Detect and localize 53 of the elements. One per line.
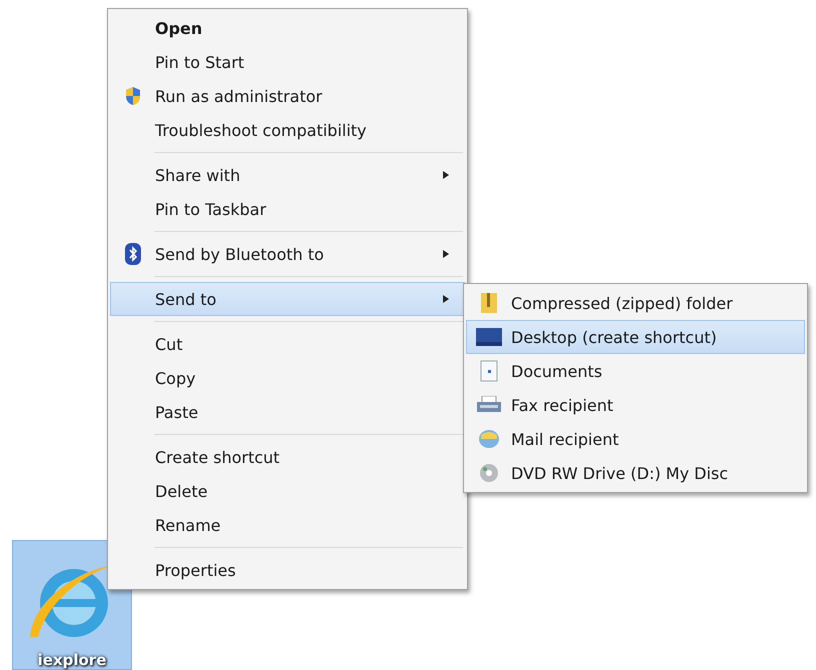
menu-item-label: Share with (155, 166, 242, 184)
menu-item-label: Send by Bluetooth to (155, 244, 325, 264)
menu-item[interactable]: Paste (110, 395, 465, 429)
menu-item[interactable]: Delete (110, 474, 465, 508)
menu-item-label: Open (155, 18, 204, 38)
menu-item-label: Properties (155, 560, 237, 580)
menu-item-label: Pin to Taskbar (155, 200, 268, 218)
menu-item[interactable]: Open (110, 11, 465, 45)
menu-item-label: Copy (155, 368, 197, 388)
menu-item-label: Delete (155, 482, 209, 500)
menu-item-label: Pin to Start (155, 52, 246, 72)
menu-item[interactable]: Mail recipient (466, 422, 805, 456)
menu-item[interactable]: Send by Bluetooth to (110, 237, 465, 271)
menu-item[interactable]: Create shortcut (110, 440, 465, 474)
menu-item-label: Desktop (create shortcut) (511, 328, 718, 346)
mail-icon (478, 429, 500, 449)
menu-item[interactable]: Send to (110, 282, 465, 316)
menu-item[interactable]: Run as administrator (110, 79, 465, 113)
menu-item[interactable]: DVD RW Drive (D:) My Disc (466, 456, 805, 490)
menu-item-label: Send to (155, 290, 218, 308)
menu-item[interactable]: Rename (110, 508, 465, 542)
menu-item-label: DVD RW Drive (D:) My Disc (511, 464, 730, 482)
menu-item-label: Run as administrator (155, 86, 324, 106)
bluetooth-icon (125, 243, 141, 265)
desktop-icon (476, 328, 502, 346)
submenu-arrow-icon (442, 294, 450, 304)
menu-item-label: Rename (155, 516, 222, 534)
menu-item-label: Fax recipient (511, 396, 614, 414)
menu-item[interactable]: Desktop (create shortcut) (466, 320, 805, 354)
shortcut-label: iexplore (38, 651, 106, 669)
menu-item-label: Compressed (zipped) folder (511, 294, 734, 312)
menu-item[interactable]: Cut (110, 327, 465, 361)
document-icon (480, 360, 498, 382)
menu-item-label: Create shortcut (155, 448, 281, 466)
menu-item-label: Troubleshoot compatibility (155, 120, 368, 140)
menu-item-label: Paste (155, 402, 200, 422)
menu-item[interactable]: Troubleshoot compatibility (110, 113, 465, 147)
menu-item[interactable]: Copy (110, 361, 465, 395)
menu-item[interactable]: Pin to Taskbar (110, 192, 465, 226)
submenu-arrow-icon (442, 249, 450, 259)
menu-item-label: Cut (155, 334, 184, 354)
zip-folder-icon (480, 292, 498, 314)
fax-icon (477, 396, 501, 414)
menu-item-label: Mail recipient (511, 430, 620, 448)
menu-item[interactable]: Fax recipient (466, 388, 805, 422)
submenu-arrow-icon (442, 170, 450, 180)
menu-item[interactable]: Share with (110, 158, 465, 192)
shield-icon (124, 86, 142, 106)
menu-item[interactable]: Compressed (zipped) folder (466, 286, 805, 320)
disc-icon (479, 463, 499, 483)
menu-item-label: Documents (511, 362, 604, 380)
menu-item[interactable]: Documents (466, 354, 805, 388)
menu-item[interactable]: Pin to Start (110, 45, 465, 79)
